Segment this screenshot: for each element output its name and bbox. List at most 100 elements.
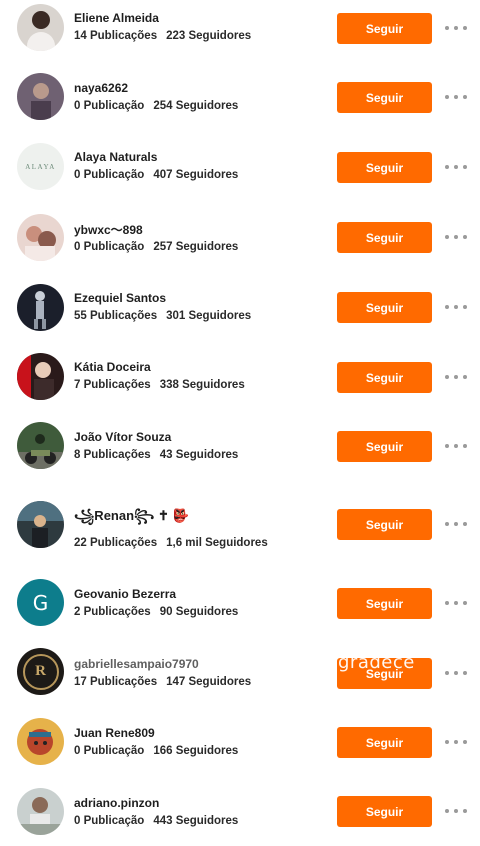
user-name[interactable]: Kátia Doceira xyxy=(74,360,151,374)
more-options-icon[interactable] xyxy=(445,598,467,608)
user-name[interactable]: Alaya Naturals xyxy=(74,150,157,164)
avatar[interactable] xyxy=(17,214,64,261)
user-stats: 22 Publicações 1,6 mil Seguidores xyxy=(74,537,268,549)
followers-count: 301 Seguidores xyxy=(166,310,252,322)
list-item[interactable]: ALAYA Alaya Naturals 0 Publicação 407 Seg… xyxy=(0,139,480,199)
more-options-icon[interactable] xyxy=(445,23,467,33)
list-item[interactable]: Kátia Doceira 7 Publicações 338 Seguidore… xyxy=(0,349,480,409)
avatar[interactable] xyxy=(17,353,64,400)
user-name[interactable]: Eliene Almeida xyxy=(74,11,159,25)
followers-count: 407 Seguidores xyxy=(153,169,239,181)
user-name[interactable]: adriano.pinzon xyxy=(74,796,159,810)
more-options-icon[interactable] xyxy=(445,372,467,382)
list-item[interactable]: ybwxc～898 0 Publicação 257 Seguidores Seg… xyxy=(0,210,480,270)
list-item[interactable]: Juan Rene809 0 Publicação 166 Seguidores … xyxy=(0,715,480,775)
more-options-icon[interactable] xyxy=(445,232,467,242)
posts-count: 14 Publicações xyxy=(74,30,158,42)
more-options-icon[interactable] xyxy=(445,92,467,102)
followers-count: 147 Seguidores xyxy=(166,676,252,688)
overlay-caption: gradece xyxy=(338,652,415,673)
avatar-monogram: R xyxy=(22,653,59,690)
follow-button[interactable]: Seguir xyxy=(337,431,432,462)
user-stats: 14 Publicações 223 Seguidores xyxy=(74,30,251,42)
posts-count: 2 Publicações xyxy=(74,606,151,618)
more-options-icon[interactable] xyxy=(445,162,467,172)
follow-button[interactable]: Seguir xyxy=(337,509,432,540)
user-list: Eliene Almeida 14 Publicações 223 Seguido… xyxy=(0,0,480,846)
avatar-initial: G xyxy=(32,590,49,615)
user-name[interactable]: Juan Rene809 xyxy=(74,726,155,740)
followers-count: 257 Seguidores xyxy=(153,241,239,253)
posts-count: 22 Publicações xyxy=(74,537,158,549)
user-stats: 0 Publicação 257 Seguidores xyxy=(74,241,238,253)
followers-count: 443 Seguidores xyxy=(153,815,239,827)
follow-button[interactable]: Seguir xyxy=(337,222,432,253)
posts-count: 17 Publicações xyxy=(74,676,158,688)
followers-count: 166 Seguidores xyxy=(153,745,239,757)
posts-count: 8 Publicações xyxy=(74,449,151,461)
user-stats: 8 Publicações 43 Seguidores xyxy=(74,449,238,461)
user-stats: 17 Publicações 147 Seguidores xyxy=(74,676,251,688)
avatar[interactable] xyxy=(17,4,64,51)
avatar[interactable] xyxy=(17,718,64,765)
follow-button[interactable]: Seguir xyxy=(337,727,432,758)
list-item[interactable]: Ezequiel Santos 55 Publicações 301 Seguid… xyxy=(0,280,480,340)
posts-count: 0 Publicação xyxy=(74,241,145,253)
user-name[interactable]: Ezequiel Santos xyxy=(74,291,166,305)
more-options-icon[interactable] xyxy=(445,737,467,747)
more-options-icon[interactable] xyxy=(445,806,467,816)
posts-count: 0 Publicação xyxy=(74,815,145,827)
user-name[interactable]: gabriellesampaio7970 xyxy=(74,657,199,671)
avatar[interactable] xyxy=(17,501,64,548)
user-stats: 0 Publicação 254 Seguidores xyxy=(74,100,238,112)
posts-count: 0 Publicação xyxy=(74,100,145,112)
avatar[interactable]: R xyxy=(17,648,64,695)
user-name[interactable]: João Vítor Souza xyxy=(74,430,171,444)
avatar-logo-text: ALAYA xyxy=(25,162,56,171)
avatar[interactable] xyxy=(17,284,64,331)
followers-count: 338 Seguidores xyxy=(159,379,245,391)
more-options-icon[interactable] xyxy=(445,668,467,678)
more-options-icon[interactable] xyxy=(445,302,467,312)
followers-count: 90 Seguidores xyxy=(159,606,239,618)
avatar[interactable] xyxy=(17,788,64,835)
followers-count: 1,6 mil Seguidores xyxy=(166,537,268,549)
followers-count: 223 Seguidores xyxy=(166,30,252,42)
avatar[interactable] xyxy=(17,73,64,120)
list-item[interactable]: João Vítor Souza 8 Publicações 43 Seguido… xyxy=(0,419,480,479)
user-name[interactable]: ꧁Renan꧂ ✝ 👺 xyxy=(74,505,189,532)
follow-button[interactable]: Seguir xyxy=(337,796,432,827)
follow-button[interactable]: Seguir xyxy=(337,588,432,619)
more-options-icon[interactable] xyxy=(445,519,467,529)
avatar[interactable]: G xyxy=(17,579,64,626)
user-stats: 55 Publicações 301 Seguidores xyxy=(74,310,251,322)
follow-button[interactable]: Seguir xyxy=(337,82,432,113)
user-stats: 0 Publicação 166 Seguidores xyxy=(74,745,238,757)
posts-count: 0 Publicação xyxy=(74,169,145,181)
follow-button[interactable]: Seguir xyxy=(337,362,432,393)
more-options-icon[interactable] xyxy=(445,441,467,451)
list-item[interactable]: naya6262 0 Publicação 254 Seguidores Segu… xyxy=(0,70,480,130)
user-name[interactable]: ybwxc～898 xyxy=(74,221,143,238)
user-stats: 0 Publicação 443 Seguidores xyxy=(74,815,238,827)
posts-count: 0 Publicação xyxy=(74,745,145,757)
avatar-initial: R xyxy=(35,663,46,679)
list-item[interactable]: ꧁Renan꧂ ✝ 👺 22 Publicações 1,6 mil Seguid… xyxy=(0,497,480,557)
posts-count: 7 Publicações xyxy=(74,379,151,391)
user-stats: 7 Publicações 338 Seguidores xyxy=(74,379,245,391)
avatar[interactable]: ALAYA xyxy=(17,143,64,190)
list-item[interactable]: G Geovanio Bezerra 2 Publicações 90 Segui… xyxy=(0,576,480,636)
user-name[interactable]: naya6262 xyxy=(74,81,128,95)
avatar[interactable] xyxy=(17,422,64,469)
follow-button[interactable]: Seguir xyxy=(337,292,432,323)
list-item[interactable]: adriano.pinzon 0 Publicação 443 Seguidore… xyxy=(0,785,480,845)
user-name[interactable]: Geovanio Bezerra xyxy=(74,587,176,601)
list-item[interactable]: Eliene Almeida 14 Publicações 223 Seguido… xyxy=(0,0,480,60)
followers-count: 254 Seguidores xyxy=(153,100,239,112)
follow-button[interactable]: Seguir xyxy=(337,152,432,183)
follow-button[interactable]: Seguir xyxy=(337,13,432,44)
followers-count: 43 Seguidores xyxy=(159,449,239,461)
user-stats: 0 Publicação 407 Seguidores xyxy=(74,169,238,181)
posts-count: 55 Publicações xyxy=(74,310,158,322)
user-stats: 2 Publicações 90 Seguidores xyxy=(74,606,238,618)
